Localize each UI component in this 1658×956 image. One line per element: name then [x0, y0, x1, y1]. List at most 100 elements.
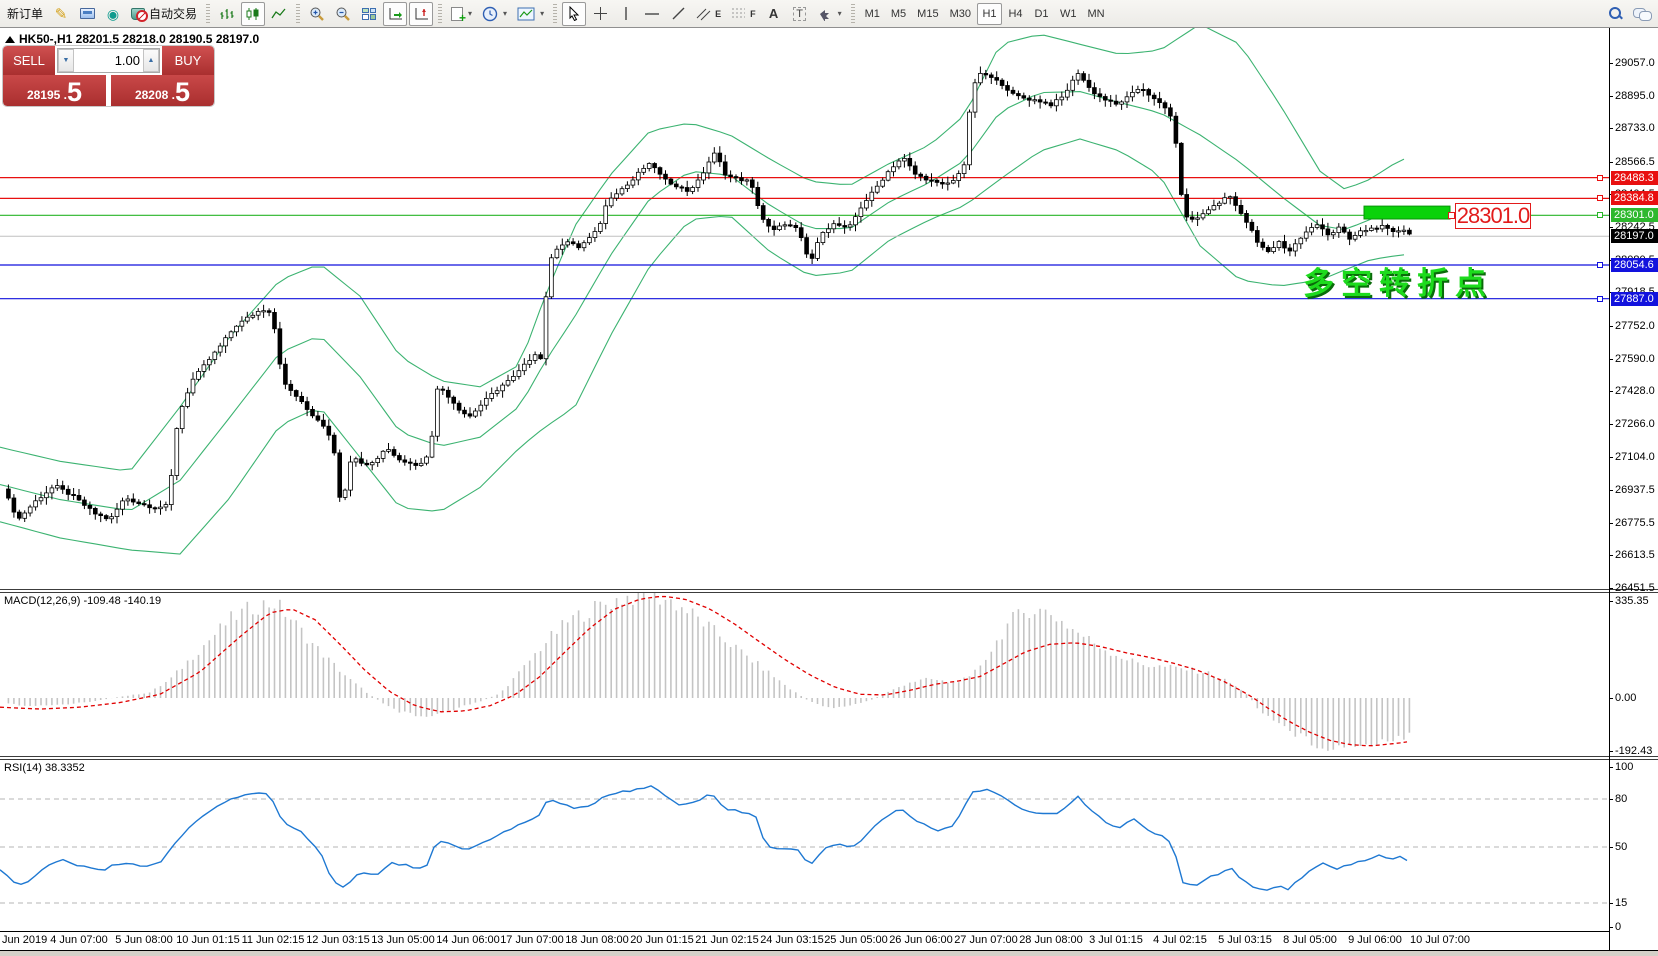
- text-tool-button[interactable]: A: [762, 2, 786, 26]
- broadcast-button[interactable]: ◉: [101, 2, 125, 26]
- buy-button[interactable]: BUY: [162, 46, 214, 75]
- vertical-line-icon: [620, 6, 632, 21]
- one-click-toggle-icon[interactable]: [5, 36, 15, 43]
- time-axis-label[interactable]: 10 Jun 01:15: [176, 934, 240, 946]
- search-button[interactable]: [1603, 2, 1627, 26]
- buy-price[interactable]: 28208 .5: [111, 75, 214, 106]
- crosshair-tool-button[interactable]: [588, 2, 612, 26]
- auto-scroll-icon: [387, 7, 403, 21]
- volume-decrease-button[interactable]: ▼: [58, 49, 74, 72]
- sell-button-label: SELL: [13, 53, 45, 68]
- chart-shift-icon: [413, 7, 429, 21]
- fibonacci-tool-button[interactable]: F: [727, 2, 760, 26]
- price-tick-label: 26937.5: [1615, 484, 1655, 496]
- time-axis-label[interactable]: 12 Jun 03:15: [306, 934, 370, 946]
- time-axis-label[interactable]: 14 Jun 06:00: [436, 934, 500, 946]
- time-axis-label[interactable]: 9 Jul 06:00: [1348, 934, 1402, 946]
- time-axis-label[interactable]: 28 Jun 08:00: [1019, 934, 1083, 946]
- arrows-icon: [818, 7, 833, 21]
- price-tick-mark: [1609, 128, 1613, 129]
- price-tick-label: 27266.0: [1615, 418, 1655, 430]
- time-axis-label[interactable]: 27 Jun 07:00: [954, 934, 1018, 946]
- time-axis-label[interactable]: 17 Jun 07:00: [500, 934, 564, 946]
- zoom-out-button[interactable]: [331, 2, 355, 26]
- arrows-tool-button[interactable]: ▾: [814, 2, 846, 26]
- text-label-tool-button[interactable]: T: [788, 2, 812, 26]
- rsi-tick-label: 100: [1615, 761, 1633, 773]
- level-line-handle[interactable]: [1597, 262, 1603, 268]
- time-axis-label[interactable]: Jun 2019: [2, 934, 47, 946]
- horizontal-line-tool-button[interactable]: [640, 2, 664, 26]
- macd-pane-canvas: [0, 593, 1609, 757]
- timeframe-m5-button[interactable]: M5: [886, 3, 911, 25]
- price-pane-canvas: [0, 28, 1609, 590]
- level-tag-28301[interactable]: 28301.0: [1455, 203, 1531, 229]
- line-chart-button[interactable]: [267, 2, 291, 26]
- time-axis-label[interactable]: 3 Jul 01:15: [1089, 934, 1143, 946]
- autotrade-button[interactable]: 自动交易: [127, 2, 201, 26]
- timeframe-w1-button[interactable]: W1: [1055, 3, 1082, 25]
- price-badge: 27887.0: [1611, 292, 1658, 306]
- timeframe-d1-button[interactable]: D1: [1029, 3, 1054, 25]
- channel-tool-button[interactable]: E: [692, 2, 725, 26]
- new-order-button[interactable]: 新订单: [3, 2, 47, 26]
- trendline-tool-button[interactable]: [666, 2, 690, 26]
- price-tick-label: 29057.0: [1615, 57, 1655, 69]
- chart-title: HK50-,H1 28201.5 28218.0 28190.5 28197.0: [5, 32, 259, 46]
- vertical-line-tool-button[interactable]: [614, 2, 638, 26]
- cursor-tool-button[interactable]: [562, 2, 586, 26]
- timeframe-m30-button[interactable]: M30: [945, 3, 976, 25]
- sell-price-pip: 5: [67, 79, 82, 105]
- timeframe-h1-button[interactable]: H1: [977, 3, 1002, 25]
- level-line-handle[interactable]: [1597, 175, 1603, 181]
- add-indicator-button[interactable]: ▾: [447, 2, 476, 26]
- volume-increase-button[interactable]: ▲: [143, 49, 159, 72]
- time-axis-label[interactable]: 5 Jun 08:00: [115, 934, 173, 946]
- template-button[interactable]: ▾: [513, 2, 548, 26]
- timeframe-mn-button[interactable]: MN: [1082, 3, 1109, 25]
- time-axis-label[interactable]: 21 Jun 02:15: [695, 934, 759, 946]
- candle-chart-button[interactable]: [241, 2, 265, 26]
- sell-price[interactable]: 28195 .5: [3, 75, 106, 106]
- auto-scroll-button[interactable]: [383, 2, 407, 26]
- timeframe-m1-button[interactable]: M1: [860, 3, 885, 25]
- level-line-handle[interactable]: [1597, 195, 1603, 201]
- level-line-handle[interactable]: [1597, 212, 1603, 218]
- timeframe-m15-button[interactable]: M15: [912, 3, 943, 25]
- time-axis-label[interactable]: 10 Jul 07:00: [1410, 934, 1470, 946]
- time-axis-label[interactable]: 8 Jul 05:00: [1283, 934, 1337, 946]
- cursor-icon: [567, 6, 581, 21]
- time-axis-label[interactable]: 26 Jun 06:00: [889, 934, 953, 946]
- timeframe-group: M1M5M15M30H1H4D1W1MN: [860, 3, 1110, 25]
- time-axis-label[interactable]: 18 Jun 08:00: [565, 934, 629, 946]
- time-axis-label[interactable]: 25 Jun 05:00: [824, 934, 888, 946]
- time-axis-label[interactable]: 4 Jun 07:00: [50, 934, 108, 946]
- toolbar: 新订单 ✎ ◉ 自动交易: [0, 0, 1658, 28]
- highlighter-button[interactable]: ✎: [49, 2, 73, 26]
- level-tag-anchor[interactable]: [1448, 212, 1455, 219]
- turning-point-annotation[interactable]: 多空转折点: [1303, 258, 1493, 303]
- time-axis-label[interactable]: 5 Jul 03:15: [1218, 934, 1272, 946]
- bar-chart-button[interactable]: [215, 2, 239, 26]
- time-axis-label[interactable]: 11 Jun 02:15: [242, 934, 305, 946]
- price-tick-mark: [1609, 588, 1613, 589]
- search-icon: [1608, 6, 1623, 21]
- time-axis-label[interactable]: 13 Jun 05:00: [371, 934, 435, 946]
- tile-windows-button[interactable]: [357, 2, 381, 26]
- zoom-in-button[interactable]: [305, 2, 329, 26]
- chart-shift-button[interactable]: [409, 2, 433, 26]
- time-axis-label[interactable]: 24 Jun 03:15: [760, 934, 824, 946]
- time-axis-label[interactable]: 4 Jul 02:15: [1153, 934, 1207, 946]
- chat-button[interactable]: [1629, 2, 1655, 26]
- chart-area[interactable]: HK50-,H1 28201.5 28218.0 28190.5 28197.0…: [0, 28, 1658, 956]
- timeframe-h4-button[interactable]: H4: [1003, 3, 1028, 25]
- rsi-tick-mark: [1609, 767, 1613, 768]
- zoom-in-icon: [309, 6, 325, 22]
- volume-input[interactable]: 1.00: [74, 49, 143, 72]
- terminal-button[interactable]: [75, 2, 99, 26]
- level-line-handle[interactable]: [1597, 296, 1603, 302]
- time-axis-label[interactable]: 20 Jun 01:15: [630, 934, 694, 946]
- sell-button[interactable]: SELL: [3, 46, 55, 75]
- chevron-down-icon: ▾: [838, 9, 842, 18]
- periods-button[interactable]: ▾: [478, 2, 511, 26]
